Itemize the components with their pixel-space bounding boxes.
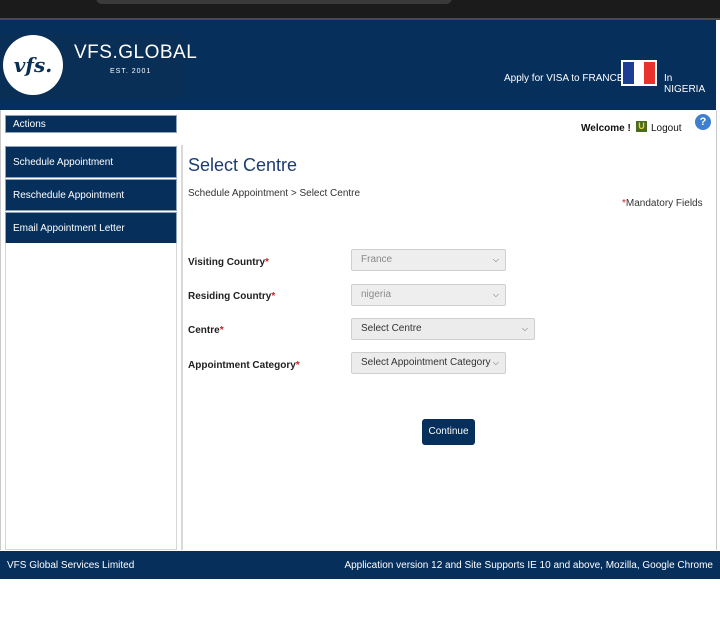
logout-link[interactable]: Logout <box>651 123 682 134</box>
sidebar-panel <box>5 243 177 550</box>
browser-top-bar <box>0 0 720 20</box>
visiting-country-label: Visiting Country* <box>188 257 269 268</box>
required-star: * <box>271 291 276 302</box>
page-title: Select Centre <box>188 155 298 175</box>
required-star: * <box>265 257 269 268</box>
appointment-category-label: Appointment Category* <box>188 360 300 371</box>
residing-country-value: nigeria <box>361 289 392 300</box>
residing-country-select[interactable]: nigeria ⌵ <box>351 284 506 306</box>
footer-version-info: Application version 12 and Site Supports… <box>344 560 713 571</box>
actions-heading: Actions <box>5 115 177 133</box>
help-icon[interactable]: ? <box>695 114 711 130</box>
chevron-down-icon: ⌵ <box>492 255 499 264</box>
sidebar-item-reschedule-appointment[interactable]: Reschedule Appointment <box>5 179 177 211</box>
flag-red-stripe <box>644 62 656 84</box>
vfs-logo[interactable]: vfs. VFS.GLOBAL EST. 2001 <box>0 34 197 98</box>
visiting-country-value: France <box>361 254 393 265</box>
residing-country-label: Residing Country* <box>188 291 275 302</box>
browser-address-pill <box>96 0 452 4</box>
visiting-country-label-text: Visiting Country <box>188 257 266 268</box>
flag-blue-stripe <box>623 62 634 84</box>
mandatory-text: Mandatory Fields <box>625 198 703 209</box>
chevron-down-icon: ⌵ <box>492 358 499 367</box>
mandatory-fields-note: *Mandatory Fields <box>622 198 703 209</box>
vfs-logo-est: EST. 2001 <box>110 68 152 75</box>
appointment-category-value: Select Appointment Category <box>361 357 491 368</box>
centre-label: Centre* <box>188 325 224 336</box>
centre-value: Select Centre <box>361 323 422 334</box>
sidebar-item-schedule-appointment[interactable]: Schedule Appointment <box>5 146 177 178</box>
chevron-down-icon: ⌵ <box>492 290 499 299</box>
breadcrumb: Schedule Appointment > Select Centre <box>188 188 361 199</box>
required-star: * <box>219 325 224 336</box>
vfs-logo-name: VFS.GLOBAL <box>74 42 198 63</box>
page-left-border <box>0 110 1 550</box>
france-flag-icon <box>621 60 657 86</box>
sidebar-item-email-appointment-letter[interactable]: Email Appointment Letter <box>5 212 177 244</box>
continue-button[interactable]: Continue <box>422 419 475 445</box>
logout-icon[interactable]: U <box>636 121 647 132</box>
chevron-down-icon: ⌵ <box>521 324 528 333</box>
appointment-category-label-text: Appointment Category <box>188 360 296 371</box>
site-footer: VFS Global Services Limited Application … <box>0 551 720 579</box>
welcome-text: Welcome ! <box>581 123 631 134</box>
footer-company: VFS Global Services Limited <box>7 560 135 571</box>
required-star: * <box>295 360 300 371</box>
centre-label-text: Centre <box>188 325 220 336</box>
appointment-category-select[interactable]: Select Appointment Category ⌵ <box>351 352 506 374</box>
visiting-country-select[interactable]: France ⌵ <box>351 249 506 271</box>
vfs-logo-mark: vfs. <box>3 35 63 95</box>
site-header: vfs. VFS.GLOBAL EST. 2001 Apply for VISA… <box>0 20 716 110</box>
residing-country-label-text: Residing Country <box>188 291 272 302</box>
page-right-border <box>716 110 717 550</box>
apply-visa-text: Apply for VISA to FRANCE <box>504 73 624 84</box>
centre-select[interactable]: Select Centre ⌵ <box>351 318 535 340</box>
flag-white-stripe <box>633 62 645 84</box>
residing-country-text: In NIGERIA <box>664 73 706 95</box>
content-divider <box>181 145 183 550</box>
